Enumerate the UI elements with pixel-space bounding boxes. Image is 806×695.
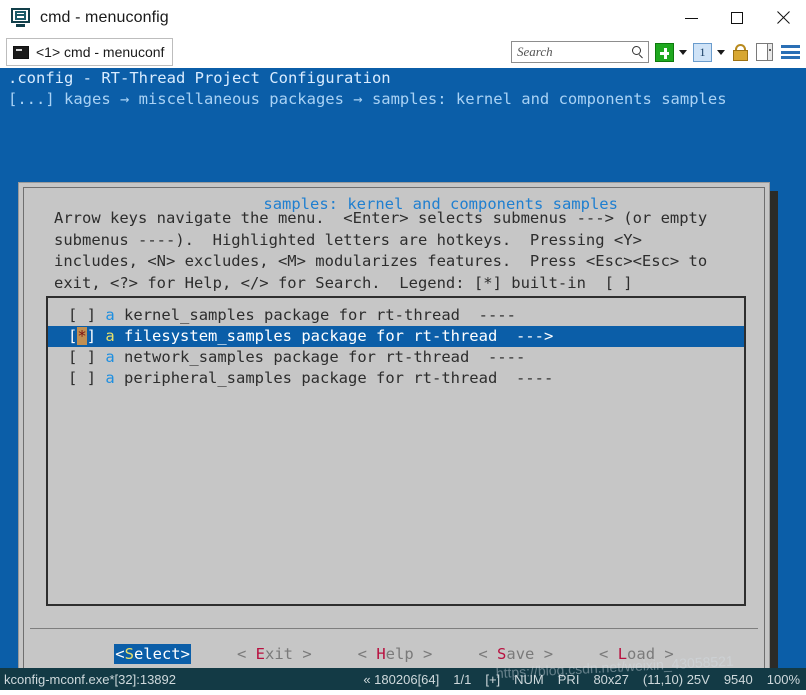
menu-item-row[interactable]: [ ] a kernel_samples package for rt-thre… — [48, 305, 744, 326]
menu-item-list: [ ] a kernel_samples package for rt-thre… — [48, 305, 744, 389]
button-hotkey: L — [617, 645, 628, 663]
status-bar: kconfig-mconf.exe*[32]:13892 « 180206[64… — [0, 668, 806, 690]
window-controls — [668, 0, 806, 36]
button-bracket-close: > — [413, 645, 433, 663]
status-right-group: « 180206[64] 1/1 [+] NUM PRI 80x27 (11,1… — [363, 672, 806, 687]
menu-item-label: network_samples package for rt-thread --… — [114, 348, 526, 366]
conemu-monitor-icon — [10, 7, 32, 29]
status-process: kconfig-mconf.exe*[32]:13892 — [4, 671, 176, 687]
maximize-button[interactable] — [714, 0, 760, 36]
status-pri: PRI — [557, 671, 580, 687]
dialog-button-save[interactable]: < Save > — [478, 645, 553, 663]
split-panel-icon[interactable] — [756, 43, 773, 61]
button-bracket-close: > — [180, 645, 190, 663]
checkbox-close: ] — [86, 327, 106, 345]
status-build: « 180206[64] — [363, 671, 440, 687]
button-label: elp — [385, 645, 414, 663]
console-icon — [13, 45, 29, 59]
search-input[interactable]: Search — [511, 41, 649, 63]
status-flag: [+] — [485, 671, 501, 687]
checkbox-open: [ — [68, 348, 78, 366]
menuconfig-dialog: samples: kernel and components samples A… — [18, 182, 770, 668]
button-label: ave — [506, 645, 535, 663]
status-num: NUM — [514, 671, 544, 687]
button-bracket-close: > — [655, 645, 674, 663]
hamburger-menu-icon[interactable] — [781, 45, 800, 59]
checkbox-open: [ — [68, 327, 78, 345]
button-bracket-open: < — [599, 645, 618, 663]
help-text: Arrow keys navigate the menu. <Enter> se… — [54, 209, 708, 292]
checkbox-mark — [77, 348, 86, 366]
search-placeholder: Search — [517, 44, 553, 59]
tab-strip: <1> cmd - menuconf Search 1 — [0, 36, 806, 68]
window-title: cmd - menuconfig — [40, 9, 169, 26]
button-label: elect — [133, 645, 181, 663]
status-chars: 9540 — [723, 671, 753, 687]
button-bar-separator — [30, 628, 758, 629]
status-cursor: (11,10) 25V — [642, 671, 710, 687]
status-zoom: 100% — [766, 671, 800, 687]
status-size: 80x27 — [593, 671, 629, 687]
new-console-button[interactable] — [655, 42, 674, 62]
dialog-button-select[interactable]: <Select> — [114, 644, 191, 664]
tab-label: <1> cmd - menuconf — [36, 44, 165, 60]
button-bracket-close: > — [292, 645, 312, 663]
menu-item-row[interactable]: [ ] a network_samples package for rt-thr… — [48, 347, 744, 368]
button-bracket-open: < — [236, 645, 256, 663]
menu-item-row[interactable]: [*] a filesystem_samples package for rt-… — [48, 326, 744, 347]
button-bracket-open: < — [357, 645, 377, 663]
plus-icon — [655, 42, 674, 62]
button-bracket-open: < — [478, 645, 498, 663]
status-pages: 1/1 — [453, 671, 472, 687]
hotkey-letter: a — [105, 327, 115, 345]
lock-icon[interactable] — [733, 43, 748, 61]
close-button[interactable] — [760, 0, 806, 36]
checkbox-close: ] — [86, 348, 106, 366]
active-console-button[interactable]: 1 — [693, 42, 712, 62]
toolbar: Search 1 — [511, 41, 806, 63]
checkbox-open: [ — [68, 369, 78, 387]
menu-item-label: kernel_samples package for rt-thread ---… — [114, 306, 516, 324]
checkbox-close: ] — [86, 306, 106, 324]
checkbox-mark: * — [77, 327, 87, 345]
hotkey-letter: a — [105, 369, 115, 387]
menu-item-row[interactable]: [ ] a peripheral_samples package for rt-… — [48, 368, 744, 389]
dialog-button-exit[interactable]: < Exit > — [237, 645, 312, 663]
title-bar: cmd - menuconfig — [0, 0, 806, 37]
checkbox-mark — [77, 306, 86, 324]
button-label: xit — [264, 645, 293, 663]
dialog-button-load[interactable]: < Load > — [599, 645, 674, 663]
button-hotkey: S — [497, 645, 507, 663]
button-bracket-close: > — [534, 645, 554, 663]
menu-listbox[interactable]: [ ] a kernel_samples package for rt-thre… — [46, 296, 746, 606]
console-number-icon: 1 — [693, 42, 712, 62]
menu-item-label: filesystem_samples package for rt-thread… — [114, 327, 554, 345]
hotkey-letter: a — [105, 306, 115, 324]
minimize-button[interactable] — [668, 0, 714, 36]
terminal-title-line: .config - RT-Thread Project Configuratio… — [8, 69, 391, 87]
checkbox-close: ] — [86, 369, 106, 387]
conemu-window: cmd - menuconfig <1> cmd - menuconf Sear… — [0, 0, 806, 690]
button-bracket-open: < — [115, 645, 125, 663]
menu-item-label: peripheral_samples package for rt-thread… — [114, 369, 554, 387]
new-console-dropdown-icon[interactable] — [679, 49, 687, 55]
checkbox-open: [ — [68, 306, 78, 324]
dialog-button-bar: <Select> < Exit > < Help > < Save > < Load > — [24, 640, 764, 668]
terminal-area[interactable]: .config - RT-Thread Project Configuratio… — [0, 68, 806, 668]
dialog-button-help[interactable]: < Help > — [358, 645, 433, 663]
terminal-breadcrumb: [...] kages → miscellaneous packages → s… — [8, 90, 727, 108]
button-hotkey: E — [255, 645, 265, 663]
hotkey-letter: a — [105, 348, 115, 366]
button-hotkey: H — [376, 645, 386, 663]
button-hotkey: S — [124, 645, 134, 663]
search-icon — [632, 45, 645, 59]
checkbox-mark — [77, 369, 86, 387]
tab-cmd-menuconf[interactable]: <1> cmd - menuconf — [6, 38, 174, 66]
button-label: oad — [627, 645, 656, 663]
active-console-dropdown-icon[interactable] — [717, 49, 725, 55]
dialog-title: samples: kernel and components samples — [24, 177, 764, 213]
dialog-frame: samples: kernel and components samples A… — [23, 187, 765, 668]
